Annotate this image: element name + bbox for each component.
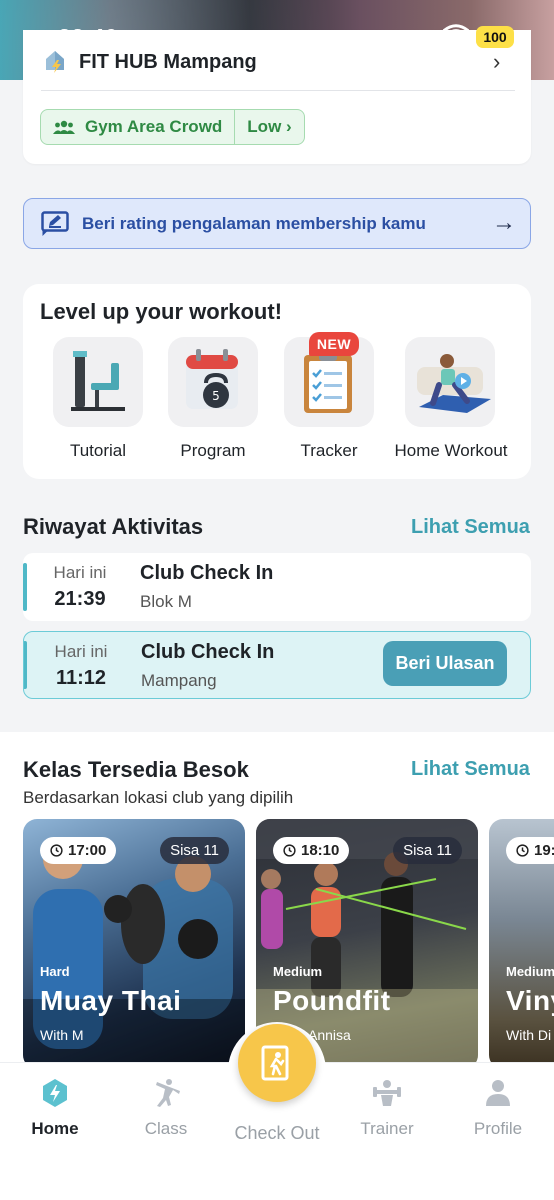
tile-program[interactable]: 5 — [168, 337, 258, 427]
activity-item[interactable]: Hari ini 11:12 Club Check In Mampang Ber… — [23, 631, 531, 699]
arrow-right-icon: → — [492, 209, 516, 236]
class-time: 18:10 — [301, 842, 340, 859]
class-time-badge: 19: — [506, 837, 554, 864]
divider — [41, 90, 515, 91]
class-time: 19: — [534, 842, 554, 859]
nav-trainer-label: Trainer — [360, 1119, 414, 1138]
tile-home-workout[interactable] — [405, 337, 495, 427]
tile-label-tracker: Tracker — [300, 441, 358, 460]
class-slots-badge: Sisa 11 — [393, 837, 462, 864]
activity-time: 21:39 — [54, 588, 106, 610]
tile-tutorial[interactable] — [53, 337, 143, 427]
kelas-title: Kelas Tersedia Besok — [23, 757, 249, 782]
chevron-right-icon: › — [286, 117, 292, 136]
class-level: Hard — [40, 964, 70, 979]
class-trainer: With Di — [506, 1027, 552, 1043]
gym-machine-icon — [71, 351, 125, 411]
clock-icon — [516, 844, 529, 857]
activity-title: Club Check In — [141, 641, 275, 663]
rating-banner[interactable]: Beri rating pengalaman membership kamu → — [23, 198, 531, 249]
new-badge: NEW — [309, 332, 359, 356]
battery-badge: 100 — [476, 26, 514, 48]
activity-accent-bar — [24, 641, 27, 689]
gym-name: FIT HUB Mampang — [79, 51, 257, 73]
level-up-title: Level up your workout! — [40, 299, 283, 324]
status-time: 22.40 — [58, 24, 119, 50]
gym-building-icon — [43, 48, 69, 79]
rating-edit-icon — [41, 211, 69, 242]
class-time-badge: 17:00 — [40, 837, 117, 864]
martial-arts-icon — [156, 1079, 180, 1107]
activity-location: Mampang — [141, 671, 217, 690]
class-card[interactable]: 19: Medium Viny With Di — [489, 819, 554, 1069]
clock-icon — [283, 844, 296, 857]
riwayat-title: Riwayat Aktivitas — [23, 514, 204, 539]
class-time: 17:00 — [68, 842, 107, 859]
signal-dots-icon — [406, 35, 436, 39]
nav-trainer[interactable]: Trainer — [342, 1078, 432, 1139]
activity-accent-bar — [23, 563, 27, 611]
crowd-level: Low — [247, 117, 282, 136]
class-name: Muay Thai — [40, 985, 182, 1016]
tile-label-home-workout: Home Workout — [394, 441, 508, 460]
class-time-badge: 18:10 — [273, 837, 350, 864]
class-name: Poundfit — [273, 985, 391, 1016]
kelas-subtitle: Berdasarkan lokasi club yang dipilih — [23, 788, 294, 807]
nav-check-out-label: Check Out — [234, 1123, 320, 1143]
kelas-see-all-link[interactable]: Lihat Semua — [411, 758, 530, 781]
wifi-icon — [442, 24, 470, 51]
class-card[interactable]: 17:00 Sisa 11 Hard Muay Thai With M — [23, 819, 245, 1069]
nav-profile[interactable]: Profile — [453, 1078, 543, 1139]
activity-title: Club Check In — [140, 562, 274, 584]
beri-ulasan-button[interactable]: Beri Ulasan — [383, 641, 507, 686]
activity-day: Hari ini — [53, 563, 107, 582]
class-level: Medium — [273, 964, 323, 979]
class-name: Viny — [506, 985, 554, 1016]
level-up-card: Level up your workout! 5 Tutorial Progra… — [23, 284, 531, 479]
check-out-button[interactable] — [238, 1024, 316, 1102]
home-workout-icon — [417, 354, 491, 413]
activity-item[interactable]: Hari ini 21:39 Club Check In Blok M — [23, 553, 531, 621]
class-slots-badge: Sisa 11 — [160, 837, 229, 864]
trainer-icon — [373, 1080, 401, 1106]
nav-class-label: Class — [144, 1119, 188, 1138]
nav-home-label: Home — [31, 1119, 79, 1138]
class-level: Medium — [506, 964, 554, 979]
chevron-right-icon: › — [493, 49, 501, 74]
clock-icon — [50, 844, 63, 857]
bolt-icon — [43, 1079, 67, 1107]
status-bar: 22.40 100 — [0, 22, 554, 52]
crowd-indicator[interactable]: Gym Area Crowd Low › — [40, 109, 305, 145]
person-icon — [486, 1080, 510, 1106]
tile-label-tutorial: Tutorial — [69, 441, 127, 460]
activity-location: Blok M — [140, 592, 192, 611]
tile-label-program: Program — [180, 441, 246, 460]
svg-text:5: 5 — [212, 389, 220, 403]
activity-day: Hari ini — [54, 642, 108, 661]
activity-time: 11:12 — [55, 667, 107, 689]
crowd-label: Gym Area Crowd — [85, 117, 223, 136]
exit-door-icon — [261, 1045, 289, 1081]
class-trainer: With M — [40, 1027, 84, 1043]
group-icon — [53, 120, 75, 134]
nav-profile-label: Profile — [473, 1119, 523, 1138]
riwayat-see-all-link[interactable]: Lihat Semua — [411, 516, 530, 539]
nav-class[interactable]: Class — [121, 1078, 211, 1139]
calendar-kettlebell-icon: 5 — [186, 349, 238, 409]
nav-home[interactable]: Home — [10, 1078, 100, 1139]
rating-banner-text: Beri rating pengalaman membership kamu — [82, 214, 426, 233]
